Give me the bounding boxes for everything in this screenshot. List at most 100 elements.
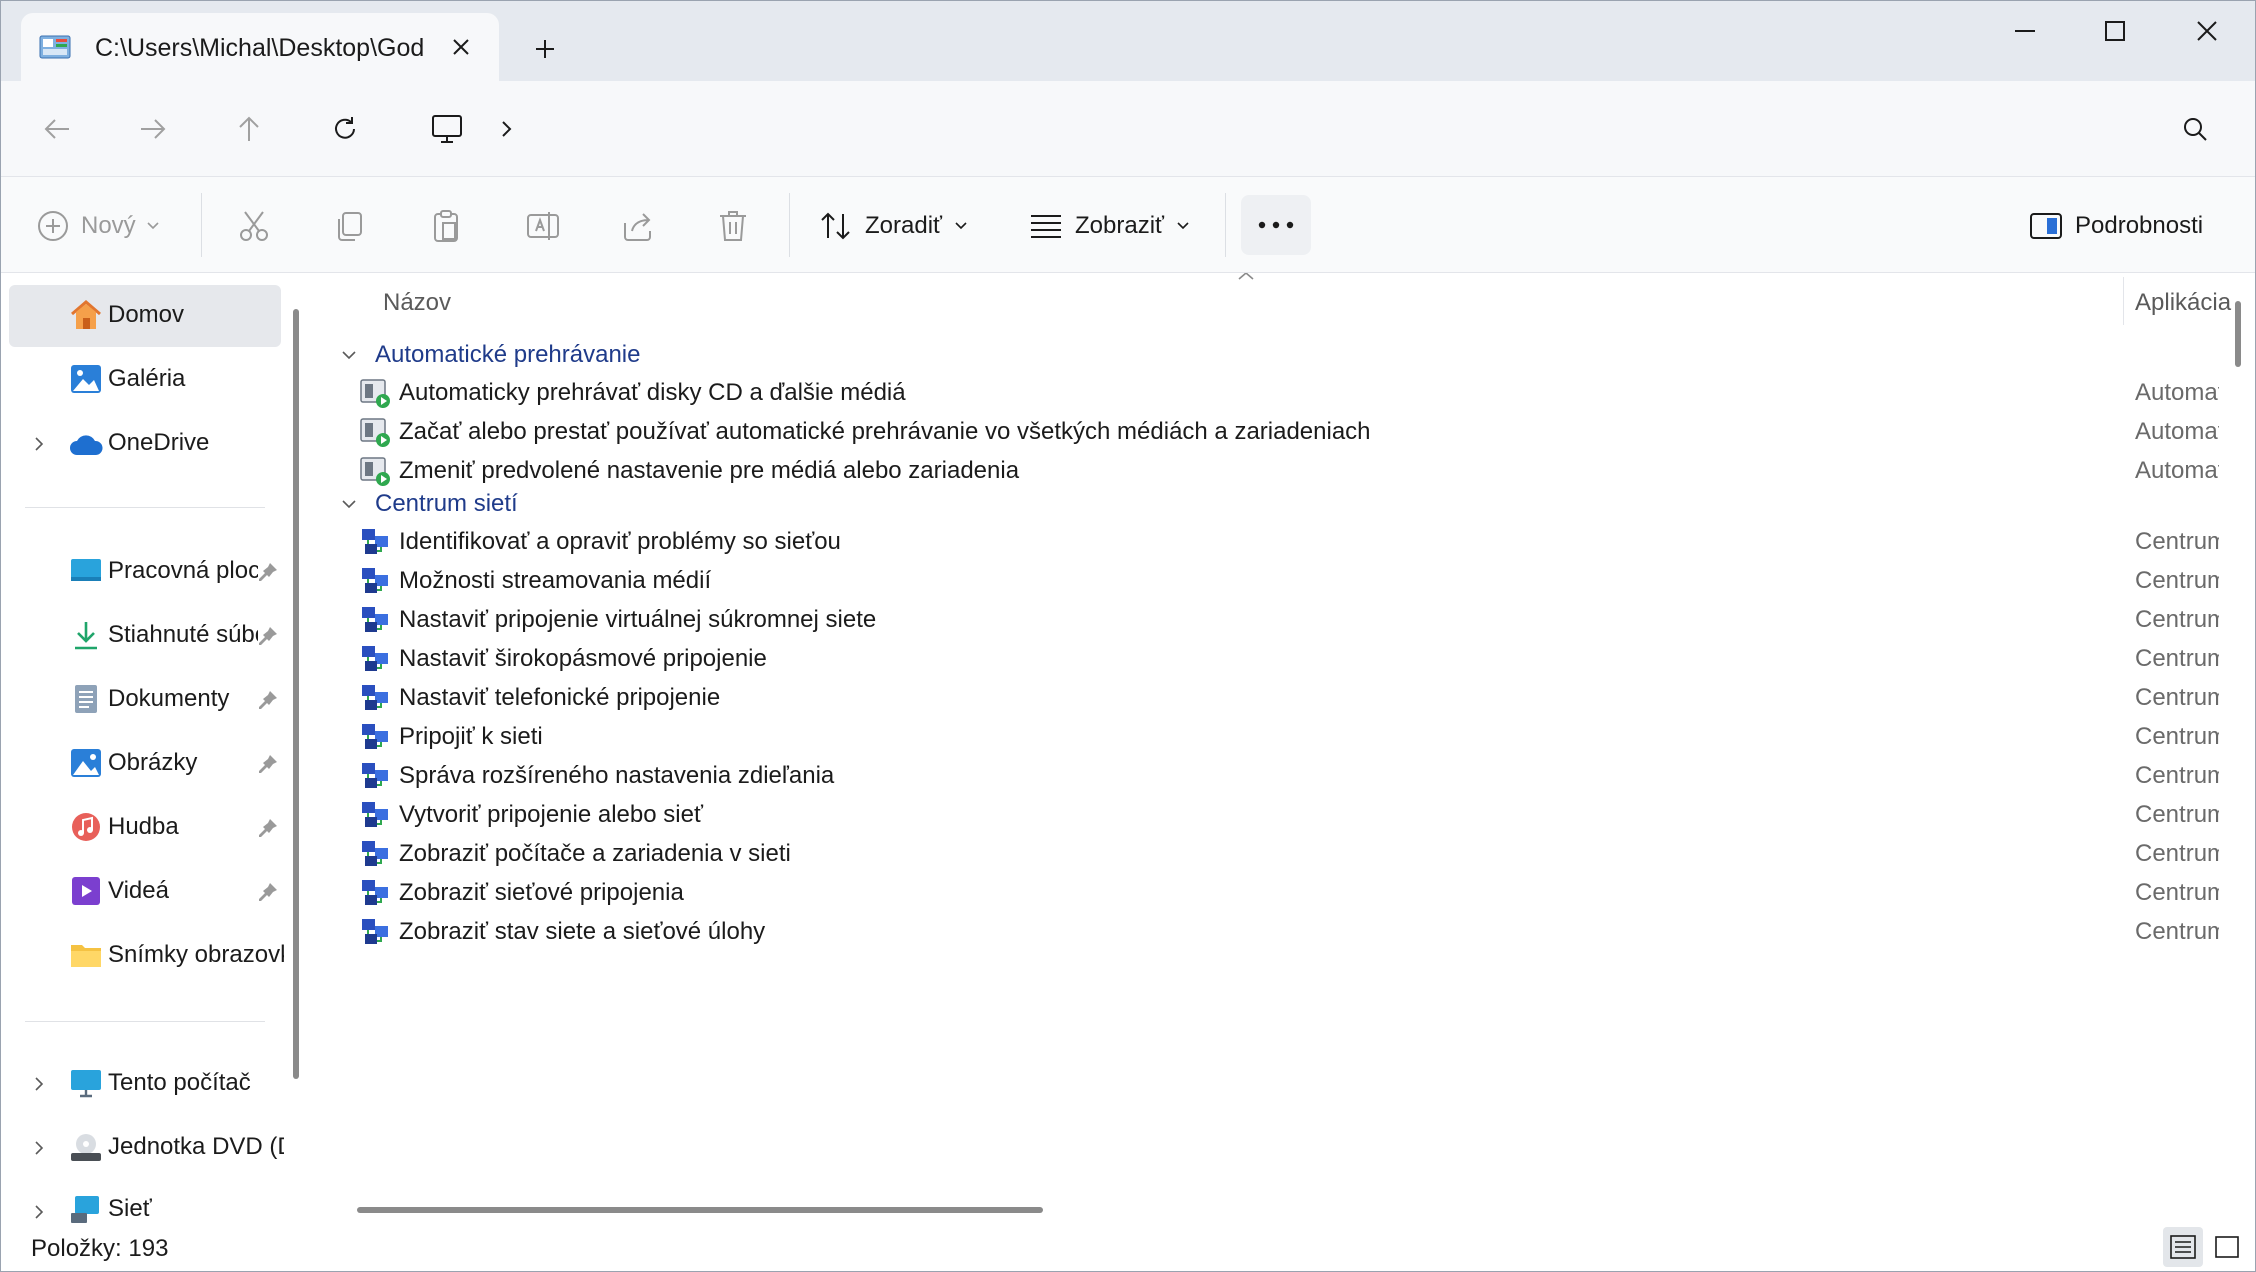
item-application: Centrum sietí [2135, 567, 2219, 594]
rename-button[interactable] [525, 201, 561, 251]
chevron-down-icon [955, 222, 967, 230]
sidebar-item-label: Tento počítač [108, 1069, 251, 1096]
computer-location-icon[interactable] [425, 107, 469, 151]
refresh-icon[interactable] [323, 107, 367, 151]
new-label: Nový [81, 212, 136, 239]
new-button[interactable]: Nový [37, 201, 160, 251]
maximize-icon[interactable] [2079, 9, 2151, 53]
copy-button[interactable] [333, 201, 367, 251]
pin-icon[interactable] [257, 881, 279, 903]
chevron-down-icon[interactable] [339, 345, 359, 365]
scissors-icon [240, 211, 268, 241]
item-application: Centrum sietí [2135, 879, 2219, 906]
up-arrow-icon[interactable] [227, 107, 271, 151]
item-application: Centrum sietí [2135, 840, 2219, 867]
search-icon[interactable] [2173, 107, 2217, 151]
network-icon [71, 1196, 99, 1223]
column-header-application[interactable]: Aplikácia [2135, 289, 2235, 317]
chevron-down-icon [1177, 222, 1189, 230]
sidebar-scrollbar[interactable] [293, 309, 299, 1079]
sidebar-item-label: Galéria [108, 365, 186, 392]
sidebar-item-screenshots[interactable]: Snímky obrazovky [9, 925, 284, 987]
pin-icon[interactable] [257, 689, 279, 711]
navigation-pane: Domov Galéria OneDrive Pracovná plocha S… [1, 273, 301, 1223]
new-tab-icon[interactable] [527, 31, 563, 67]
cut-button[interactable] [237, 201, 271, 251]
chevron-right-icon[interactable] [29, 1138, 49, 1158]
details-view-icon [2170, 1235, 2196, 1259]
file-explorer-window: C:\Users\Michal\Desktop\God Nový Zoradiť… [0, 0, 2256, 1272]
sidebar-item-dvd-drive[interactable]: Jednotka DVD (D:) [9, 1117, 284, 1179]
navigation-bar [1, 81, 2255, 177]
vertical-scrollbar[interactable] [2235, 301, 2241, 367]
pin-icon[interactable] [257, 753, 279, 775]
item-name: Zmeniť predvolené nastavenie pre médiá a… [399, 457, 1020, 484]
sidebar-item-videos[interactable]: Videá [9, 861, 281, 923]
list-item[interactable]: Zmeniť predvolené nastavenie pre médiá a… [319, 443, 2219, 497]
view-button[interactable]: Zobraziť [1029, 201, 1190, 251]
forward-arrow-icon[interactable] [131, 107, 175, 151]
details-pane-icon [2030, 213, 2062, 239]
item-name: Automaticky prehrávať disky CD a ďalšie … [399, 379, 906, 406]
item-application: Automatické prehrávanie [2135, 457, 2219, 484]
sort-button[interactable]: Zoradiť [819, 201, 968, 251]
item-name: Nastaviť telefonické pripojenie [399, 684, 721, 711]
pin-icon[interactable] [257, 817, 279, 839]
network-center-icon [359, 916, 391, 948]
column-header-name[interactable]: Názov [383, 289, 451, 317]
item-application: Centrum sietí [2135, 645, 2219, 672]
view-label: Zobraziť [1075, 212, 1165, 239]
title-bar: C:\Users\Michal\Desktop\God [1, 1, 2255, 83]
minimize-icon[interactable] [1989, 9, 2061, 53]
chevron-right-icon[interactable] [29, 434, 49, 454]
list-item[interactable]: Zobraziť stav siete a sieťové úlohy Centr… [319, 904, 2219, 958]
horizontal-scrollbar[interactable] [357, 1207, 1043, 1213]
status-bar: Položky: 193 [1, 1223, 2255, 1271]
share-icon [624, 213, 651, 241]
chevron-down-icon [147, 222, 159, 230]
delete-button[interactable] [717, 201, 749, 251]
chevron-right-icon[interactable] [29, 1202, 49, 1222]
tab-current-folder[interactable]: C:\Users\Michal\Desktop\God [21, 13, 499, 83]
sidebar-item-documents[interactable]: Dokumenty [9, 669, 281, 731]
file-list: Názov Aplikácia Automatické prehrávanie A… [319, 273, 2239, 1223]
close-tab-icon[interactable] [445, 31, 477, 63]
pin-icon[interactable] [257, 561, 279, 583]
item-application: Centrum sietí [2135, 684, 2219, 711]
close-window-icon[interactable] [2171, 9, 2243, 53]
sidebar-item-onedrive[interactable]: OneDrive [9, 413, 281, 475]
sidebar-item-desktop[interactable]: Pracovná plocha [9, 541, 281, 603]
breadcrumb-chevron-icon[interactable] [485, 107, 529, 151]
divider [789, 193, 790, 257]
item-name: Identifikovať a opraviť problémy so sieť… [399, 528, 841, 555]
item-application: Automatické prehrávanie [2135, 418, 2219, 445]
sort-icon [821, 212, 850, 240]
item-application: Centrum sietí [2135, 918, 2219, 945]
details-label: Podrobnosti [2075, 212, 2204, 239]
share-button[interactable] [621, 201, 655, 251]
control-panel-icon [39, 35, 71, 59]
tiles-view-button[interactable] [2207, 1227, 2247, 1267]
documents-icon [75, 685, 97, 713]
sidebar-item-pictures[interactable]: Obrázky [9, 733, 281, 795]
sidebar-item-home[interactable]: Domov [9, 285, 281, 347]
column-divider[interactable] [2123, 277, 2124, 325]
sidebar-item-downloads[interactable]: Stiahnuté súbory [9, 605, 281, 667]
chevron-right-icon[interactable] [29, 1074, 49, 1094]
sidebar-item-gallery[interactable]: Galéria [9, 349, 281, 411]
details-view-button[interactable] [2163, 1227, 2203, 1267]
sidebar-item-label: Jednotka DVD (D:) [108, 1133, 284, 1160]
sidebar-item-this-pc[interactable]: Tento počítač [9, 1053, 281, 1115]
sidebar-divider [25, 1021, 265, 1022]
item-count: Položky: 193 [31, 1235, 169, 1262]
details-pane-button[interactable]: Podrobnosti [2029, 201, 2203, 251]
paste-button[interactable] [429, 201, 463, 251]
pin-icon[interactable] [257, 625, 279, 647]
chevron-down-icon[interactable] [339, 494, 359, 514]
item-application: Centrum sietí [2135, 801, 2219, 828]
item-application: Centrum sietí [2135, 606, 2219, 633]
sidebar-item-music[interactable]: Hudba [9, 797, 281, 859]
back-arrow-icon[interactable] [35, 107, 79, 151]
music-icon [72, 813, 100, 841]
more-options-button[interactable] [1241, 195, 1311, 255]
